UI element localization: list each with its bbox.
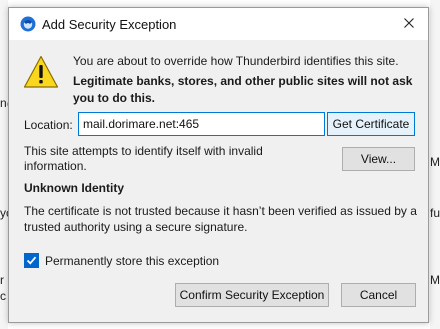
status-heading: Unknown Identity: [24, 181, 124, 195]
view-button[interactable]: View...: [342, 147, 415, 171]
background-text: c: [0, 289, 6, 303]
dialog-title: Add Security Exception: [42, 17, 177, 32]
background-text: M: [430, 155, 440, 169]
background-text: fu: [430, 206, 440, 220]
cancel-button[interactable]: Cancel: [341, 283, 416, 307]
location-label: Location:: [24, 118, 73, 132]
background-text: r: [0, 273, 4, 287]
warning-message: Legitimate banks, stores, and other publ…: [73, 74, 413, 105]
checkmark-icon: [26, 256, 37, 265]
get-certificate-button[interactable]: Get Certificate: [327, 112, 415, 136]
add-security-exception-dialog: Add Security Exception You are about to …: [8, 7, 429, 323]
confirm-security-exception-button[interactable]: Confirm Security Exception: [175, 283, 329, 307]
background-text: M: [430, 273, 440, 287]
warning-triangle-icon: [23, 55, 59, 89]
status-detail: The certificate is not trusted because i…: [24, 204, 417, 234]
thunderbird-icon: [20, 16, 36, 32]
site-identity-text: This site attempts to identify itself wi…: [24, 144, 263, 173]
title-bar: Add Security Exception: [9, 8, 428, 40]
permanent-store-checkbox[interactable]: [24, 253, 39, 268]
intro-message: You are about to override how Thunderbir…: [73, 54, 399, 68]
close-button[interactable]: [390, 8, 428, 40]
permanent-store-label[interactable]: Permanently store this exception: [45, 254, 219, 268]
close-icon: [404, 17, 414, 31]
location-input[interactable]: [78, 112, 325, 136]
